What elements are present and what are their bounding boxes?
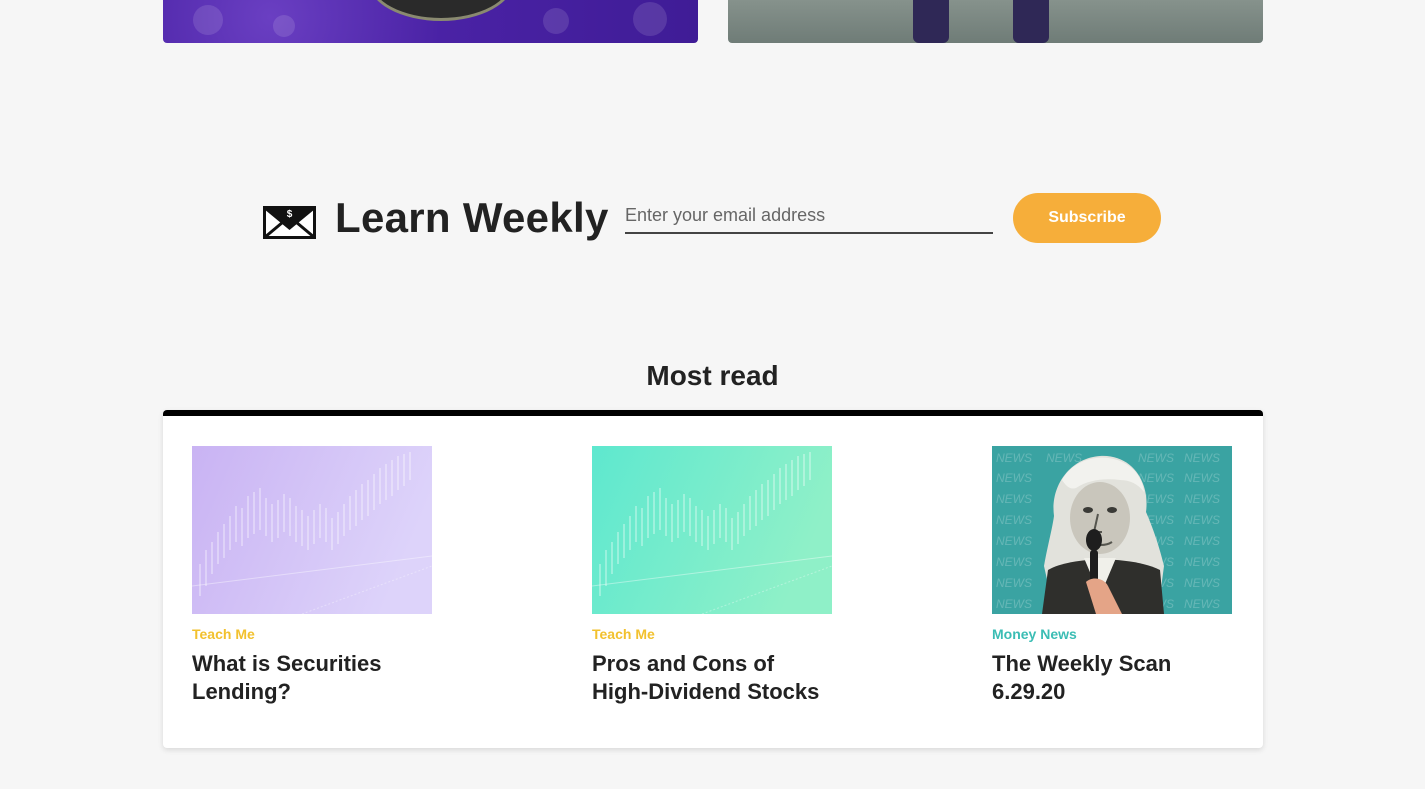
most-read-panel: Teach Me What is Securities Lending? Tea… (163, 410, 1263, 748)
news-word: NEWS (1184, 492, 1220, 506)
envelope-dollar-icon: $ (263, 206, 316, 239)
article-thumbnail[interactable]: NEWS NEWS NEWS NEWS NEWS NEWS NEWS NEWS … (992, 446, 1232, 614)
news-word: NEWS (996, 471, 1032, 485)
news-word: NEWS (996, 597, 1032, 611)
news-word: NEWS (1138, 451, 1174, 465)
article-title-line: What is Securities (192, 651, 382, 676)
news-word: NEWS (996, 451, 1032, 465)
bokeh-dot (633, 2, 667, 36)
article-card[interactable]: NEWS NEWS NEWS NEWS NEWS NEWS NEWS NEWS … (992, 446, 1232, 706)
article-category[interactable]: Money News (992, 626, 1232, 642)
news-word: NEWS (1184, 534, 1220, 548)
article-title-line: 6.29.20 (992, 679, 1066, 704)
article-thumbnail[interactable] (192, 446, 432, 614)
most-read-title: Most read (646, 360, 779, 391)
news-word: NEWS (1046, 451, 1082, 465)
article-title-line: High-Dividend Stocks (592, 679, 820, 704)
figure-leg (1013, 0, 1049, 43)
article-title[interactable]: The Weekly Scan 6.29.20 (992, 650, 1232, 706)
email-input[interactable] (625, 198, 993, 234)
news-word: NEWS (1184, 597, 1220, 611)
coin-graphic (368, 0, 514, 21)
article-thumbnail[interactable] (592, 446, 832, 614)
featured-card-image-right[interactable] (728, 0, 1263, 43)
article-title[interactable]: Pros and Cons of High-Dividend Stocks (592, 650, 832, 706)
subscribe-button[interactable]: Subscribe (1013, 193, 1161, 243)
news-word: NEWS (996, 513, 1032, 527)
news-word: NEWS (996, 492, 1032, 506)
article-card[interactable]: Teach Me What is Securities Lending? (192, 446, 432, 706)
newsletter-signup: $ Learn Weekly Subscribe (263, 190, 1163, 250)
bokeh-dot (273, 15, 295, 37)
news-word: NEWS (1138, 471, 1174, 485)
svg-text:$: $ (287, 209, 293, 220)
news-word: NEWS (996, 555, 1032, 569)
article-title-line: The Weekly Scan (992, 651, 1172, 676)
news-word: NEWS (1184, 471, 1220, 485)
article-card[interactable]: Teach Me Pros and Cons of High-Dividend … (592, 446, 832, 706)
figure-leg (913, 0, 949, 43)
news-word: NEWS (996, 576, 1032, 590)
newsletter-title: Learn Weekly (335, 194, 609, 241)
article-category[interactable]: Teach Me (592, 626, 832, 642)
featured-card-image-left[interactable] (163, 0, 698, 43)
page: $ Learn Weekly Subscribe Most read (0, 0, 1425, 789)
article-title[interactable]: What is Securities Lending? (192, 650, 432, 706)
news-word: NEWS (1184, 555, 1220, 569)
news-word: NEWS (996, 534, 1032, 548)
article-category[interactable]: Teach Me (192, 626, 432, 642)
article-title-line: Pros and Cons of (592, 651, 775, 676)
bokeh-dot (193, 5, 223, 35)
bokeh-dot (543, 8, 569, 34)
news-word: NEWS (1184, 576, 1220, 590)
news-word: NEWS (1184, 451, 1220, 465)
article-title-line: Lending? (192, 679, 291, 704)
news-word: NEWS (1184, 513, 1220, 527)
